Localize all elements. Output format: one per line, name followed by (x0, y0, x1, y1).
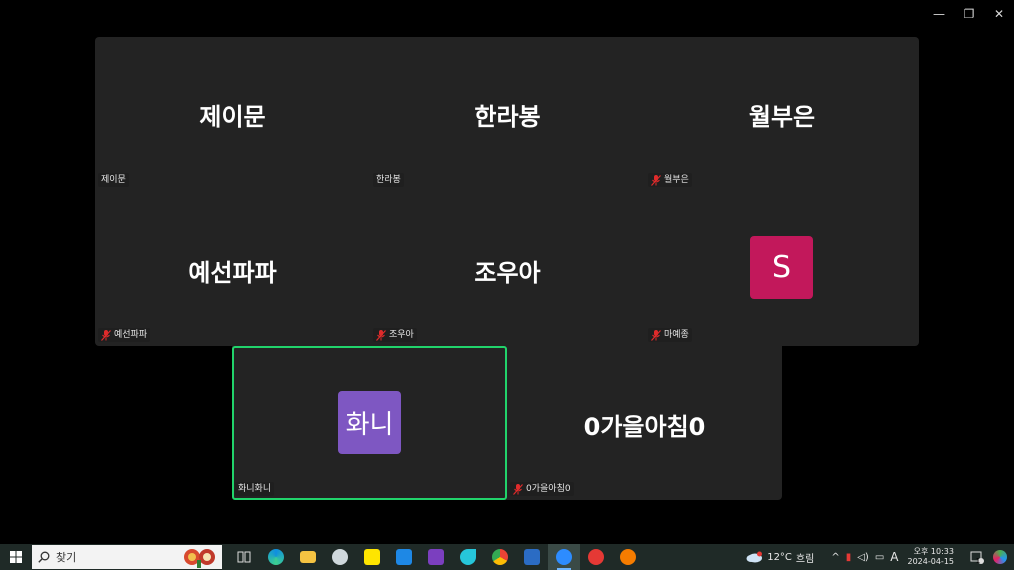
brave-taskbar-button[interactable] (612, 544, 644, 570)
window-controls: — ❐ ✕ (924, 0, 1014, 28)
participant-tile[interactable]: 제이문 제이문 (95, 37, 370, 191)
youtube-icon (588, 549, 604, 565)
chrome-taskbar-button[interactable] (484, 544, 516, 570)
close-button[interactable]: ✕ (984, 0, 1014, 28)
taskbar-search-box[interactable]: 찾기 (32, 545, 222, 569)
participant-tile[interactable]: 월부은 월부은 (645, 37, 919, 191)
participant-name-label: 예선파파 (98, 328, 151, 342)
folder-icon (300, 551, 316, 563)
mic-muted-icon (101, 329, 111, 341)
app-tray-icon[interactable]: ▮ (846, 552, 852, 563)
participant-name-label: 0가을아침0 (510, 482, 574, 496)
weather-temperature: 12°C (767, 551, 792, 563)
edge-icon (268, 549, 284, 565)
kakaotalk-taskbar-button[interactable] (356, 544, 388, 570)
calendar-taskbar-button[interactable] (388, 544, 420, 570)
participant-tile-active-speaker[interactable]: 화니 화니화니 (232, 346, 507, 500)
task-view-icon (237, 551, 251, 563)
chevron-up-icon[interactable]: ^ (831, 552, 839, 563)
participant-label-text: 마예종 (664, 330, 689, 340)
system-tray: 12°C 흐림 ^ ▮ ◁) ▭ A 오후 10:33 2024-04-15 1 (745, 544, 1014, 570)
participant-name-label: 월부은 (648, 173, 692, 187)
participant-tile[interactable]: 예선파파 예선파파 (95, 191, 370, 346)
participant-name-label: 한라봉 (373, 173, 404, 187)
participant-avatar: 화니 (338, 391, 401, 454)
cloudy-weather-icon (746, 551, 763, 563)
participant-display-name: 조우아 (474, 259, 541, 287)
search-placeholder: 찾기 (56, 551, 77, 564)
participant-label-text: 조우아 (389, 330, 414, 340)
participant-tile[interactable]: 조우아 조우아 (370, 191, 645, 346)
start-button[interactable] (0, 544, 32, 570)
mic-muted-icon (376, 329, 386, 341)
participant-display-name: 한라봉 (474, 103, 541, 131)
paint-taskbar-button[interactable] (324, 544, 356, 570)
participant-avatar: S (750, 236, 813, 299)
task-view-button[interactable] (228, 544, 260, 570)
participant-display-name: 제이문 (199, 103, 266, 131)
file-explorer-taskbar-button[interactable] (292, 544, 324, 570)
network-icon[interactable]: ▭ (875, 552, 884, 563)
copilot-icon (993, 550, 1007, 564)
zoom-meeting-window: — ❐ ✕ 제이문 제이문 한라봉 한라봉 월부은 월부은 예선파파 예선파파 … (0, 0, 1014, 544)
mic-muted-icon (651, 329, 661, 341)
participant-display-name: 예선파파 (188, 259, 277, 287)
mic-muted-icon (651, 174, 661, 186)
weather-condition: 흐림 (795, 553, 815, 565)
shield-icon (620, 549, 636, 565)
participant-label-text: 한라봉 (376, 175, 401, 185)
minimize-button[interactable]: — (924, 0, 954, 28)
notification-center-button[interactable]: 1 (964, 550, 986, 565)
participant-name-label: 제이문 (98, 173, 129, 187)
search-icon (38, 551, 50, 563)
chrome-icon (492, 549, 508, 565)
participant-label-text: 0가을아침0 (526, 484, 571, 494)
weather-widget[interactable]: 12°C 흐림 (745, 550, 814, 565)
participant-label-text: 예선파파 (114, 330, 148, 340)
gallery-grid-bottom: 화니 화니화니 0가을아침0 0가을아침0 (232, 346, 782, 500)
ime-indicator[interactable]: A (890, 550, 898, 564)
youtube-taskbar-button[interactable] (580, 544, 612, 570)
calendar-icon (396, 549, 412, 565)
search-highlight-illustration-icon (184, 549, 215, 568)
participant-label-text: 화니화니 (238, 484, 272, 494)
edge-taskbar-button[interactable] (260, 544, 292, 570)
volume-icon[interactable]: ◁) (857, 552, 869, 563)
kakaotalk-icon (364, 549, 380, 565)
restore-button[interactable]: ❐ (954, 0, 984, 28)
bird-app-taskbar-button[interactable] (452, 544, 484, 570)
zoom-icon (556, 549, 572, 565)
mic-muted-icon (513, 483, 523, 495)
word-taskbar-button[interactable] (516, 544, 548, 570)
participant-tile[interactable]: 0가을아침0 0가을아침0 (507, 346, 782, 500)
clock-time: 오후 10:33 (913, 547, 954, 556)
participant-label-text: 월부은 (664, 175, 689, 185)
participant-name-label: 조우아 (373, 328, 417, 342)
onenote-taskbar-button[interactable] (420, 544, 452, 570)
bird-icon (460, 549, 476, 565)
windows-taskbar: 찾기 12°C 흐림 ^ ▮ ◁) ▭ A 오후 10:33 2024-04-1… (0, 544, 1014, 570)
clock-date: 2024-04-15 (907, 557, 955, 566)
participant-name-label: 마예종 (648, 328, 692, 342)
onenote-icon (428, 549, 444, 565)
word-icon (524, 549, 540, 565)
taskbar-clock[interactable]: 오후 10:33 2024-04-15 (908, 547, 955, 567)
participant-display-name: 월부은 (748, 103, 816, 131)
participant-tile[interactable]: S 마예종 (645, 191, 919, 346)
participant-label-text: 제이문 (101, 175, 126, 185)
zoom-taskbar-button[interactable] (548, 544, 580, 570)
copilot-button[interactable] (986, 544, 1014, 570)
participant-tile[interactable]: 한라봉 한라봉 (370, 37, 645, 191)
taskbar-pinned-apps (228, 544, 644, 570)
windows-logo-icon (10, 551, 22, 563)
participant-display-name: 0가을아침0 (583, 413, 706, 441)
palette-icon (332, 549, 348, 565)
gallery-grid-top: 제이문 제이문 한라봉 한라봉 월부은 월부은 예선파파 예선파파 조우아 조우… (95, 37, 919, 346)
notification-count: 1 (975, 556, 981, 565)
participant-name-label: 화니화니 (235, 482, 275, 496)
